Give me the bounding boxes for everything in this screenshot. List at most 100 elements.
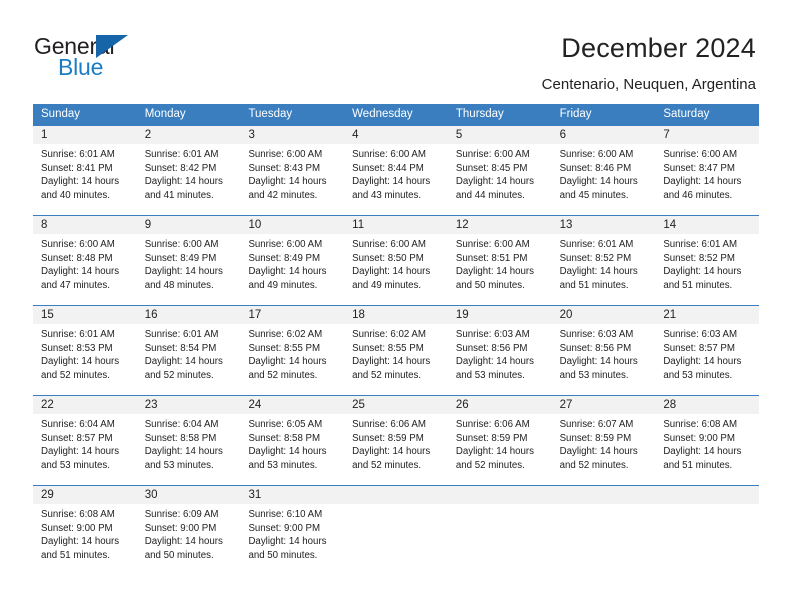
sunrise-text: Sunrise: 6:05 AM bbox=[248, 419, 323, 430]
day-cell[interactable]: 25 Sunrise: 6:06 AM Sunset: 8:59 PM Dayl… bbox=[344, 396, 448, 485]
day-cell[interactable]: 21 Sunrise: 6:03 AM Sunset: 8:57 PM Dayl… bbox=[655, 306, 760, 395]
day-cell[interactable]: 14 Sunrise: 6:01 AM Sunset: 8:52 PM Dayl… bbox=[655, 216, 760, 305]
daylight-text-line2: and 43 minutes. bbox=[352, 189, 422, 201]
day-cell[interactable]: 27 Sunrise: 6:07 AM Sunset: 8:59 PM Dayl… bbox=[551, 396, 656, 485]
page-title: December 2024 bbox=[561, 33, 756, 63]
daylight-text-line1: Daylight: 14 hours bbox=[352, 266, 431, 278]
day-cell[interactable]: 22 Sunrise: 6:04 AM Sunset: 8:57 PM Dayl… bbox=[33, 396, 137, 485]
sunset-text: Sunset: 8:59 PM bbox=[455, 432, 528, 444]
day-info bbox=[655, 504, 759, 514]
sunrise-text: Sunrise: 6:03 AM bbox=[559, 329, 634, 340]
daylight-text-line1: Daylight: 14 hours bbox=[41, 266, 120, 278]
daylight-text-line1: Daylight: 14 hours bbox=[144, 536, 223, 548]
day-cell[interactable]: 31 Sunrise: 6:10 AM Sunset: 9:00 PM Dayl… bbox=[240, 486, 345, 575]
logo-text-blue: Blue bbox=[58, 54, 104, 80]
sunrise-text: Sunrise: 6:00 AM bbox=[352, 239, 426, 250]
sunset-text: Sunset: 8:58 PM bbox=[248, 432, 321, 444]
generalblue-logo: General Blue bbox=[34, 33, 174, 85]
day-cell[interactable]: 23 Sunrise: 6:04 AM Sunset: 8:58 PM Dayl… bbox=[136, 396, 241, 485]
day-info: Sunrise: 6:01 AM Sunset: 8:52 PM Dayligh… bbox=[655, 234, 759, 298]
day-cell[interactable]: 8 Sunrise: 6:00 AM Sunset: 8:48 PM Dayli… bbox=[33, 216, 137, 305]
daylight-text-line1: Daylight: 14 hours bbox=[455, 266, 534, 278]
weekday-tuesday: Tuesday bbox=[248, 108, 293, 120]
day-cell[interactable]: 5 Sunrise: 6:00 AM Sunset: 8:45 PM Dayli… bbox=[447, 126, 552, 215]
day-cell[interactable]: 12 Sunrise: 6:00 AM Sunset: 8:51 PM Dayl… bbox=[447, 216, 552, 305]
day-cell[interactable]: 9 Sunrise: 6:00 AM Sunset: 8:49 PM Dayli… bbox=[136, 216, 241, 305]
day-number: 10 bbox=[240, 216, 345, 234]
calendar-grid: Sunday Monday Tuesday Wednesday Thursday… bbox=[33, 104, 760, 575]
day-info: Sunrise: 6:02 AM Sunset: 8:55 PM Dayligh… bbox=[344, 324, 448, 388]
sunset-text: Sunset: 8:55 PM bbox=[248, 342, 321, 354]
day-cell[interactable]: 15 Sunrise: 6:01 AM Sunset: 8:53 PM Dayl… bbox=[33, 306, 137, 395]
day-cell[interactable]: 30 Sunrise: 6:09 AM Sunset: 9:00 PM Dayl… bbox=[136, 486, 241, 575]
day-cell[interactable]: 17 Sunrise: 6:02 AM Sunset: 8:55 PM Dayl… bbox=[240, 306, 345, 395]
day-info bbox=[344, 504, 448, 514]
weekday-monday: Monday bbox=[144, 108, 186, 120]
day-cell[interactable]: 3 Sunrise: 6:00 AM Sunset: 8:43 PM Dayli… bbox=[240, 126, 345, 215]
daylight-text-line1: Daylight: 14 hours bbox=[663, 356, 742, 368]
day-cell[interactable]: 20 Sunrise: 6:03 AM Sunset: 8:56 PM Dayl… bbox=[551, 306, 656, 395]
daylight-text-line2: and 53 minutes. bbox=[248, 459, 318, 471]
day-number: 22 bbox=[33, 396, 137, 414]
day-info: Sunrise: 6:03 AM Sunset: 8:57 PM Dayligh… bbox=[655, 324, 759, 388]
day-number: 18 bbox=[344, 306, 448, 324]
sunset-text: Sunset: 8:58 PM bbox=[144, 432, 217, 444]
sunset-text: Sunset: 8:52 PM bbox=[663, 252, 735, 264]
daylight-text-line2: and 53 minutes. bbox=[455, 369, 525, 381]
day-number: 12 bbox=[447, 216, 552, 234]
sunrise-text: Sunrise: 6:07 AM bbox=[559, 419, 634, 430]
day-cell[interactable]: 29 Sunrise: 6:08 AM Sunset: 9:00 PM Dayl… bbox=[33, 486, 137, 575]
day-cell[interactable]: 28 Sunrise: 6:08 AM Sunset: 9:00 PM Dayl… bbox=[655, 396, 760, 485]
daylight-text-line1: Daylight: 14 hours bbox=[663, 266, 742, 278]
day-cell[interactable]: 6 Sunrise: 6:00 AM Sunset: 8:46 PM Dayli… bbox=[551, 126, 656, 215]
day-cell-empty bbox=[447, 486, 552, 575]
daylight-text-line2: and 52 minutes. bbox=[455, 459, 525, 471]
day-cell[interactable]: 4 Sunrise: 6:00 AM Sunset: 8:44 PM Dayli… bbox=[344, 126, 448, 215]
daylight-text-line2: and 51 minutes. bbox=[663, 459, 733, 471]
sunset-text: Sunset: 8:50 PM bbox=[352, 252, 424, 264]
daylight-text-line2: and 41 minutes. bbox=[144, 189, 214, 201]
sunset-text: Sunset: 8:48 PM bbox=[41, 252, 113, 264]
sunset-text: Sunset: 8:57 PM bbox=[41, 432, 113, 444]
daylight-text-line1: Daylight: 14 hours bbox=[248, 446, 327, 458]
day-number: 9 bbox=[136, 216, 241, 234]
sunset-text: Sunset: 8:49 PM bbox=[248, 252, 321, 264]
day-cell[interactable]: 24 Sunrise: 6:05 AM Sunset: 8:58 PM Dayl… bbox=[240, 396, 345, 485]
week-row: 8 Sunrise: 6:00 AM Sunset: 8:48 PM Dayli… bbox=[33, 215, 760, 305]
sunset-text: Sunset: 9:00 PM bbox=[41, 522, 113, 534]
daylight-text-line1: Daylight: 14 hours bbox=[352, 356, 431, 368]
day-number: 4 bbox=[344, 126, 448, 144]
day-cell[interactable]: 7 Sunrise: 6:00 AM Sunset: 8:47 PM Dayli… bbox=[655, 126, 760, 215]
day-cell[interactable]: 18 Sunrise: 6:02 AM Sunset: 8:55 PM Dayl… bbox=[344, 306, 448, 395]
daylight-text-line1: Daylight: 14 hours bbox=[41, 356, 120, 368]
day-cell[interactable]: 10 Sunrise: 6:00 AM Sunset: 8:49 PM Dayl… bbox=[240, 216, 345, 305]
day-number: 2 bbox=[136, 126, 241, 144]
day-number: 5 bbox=[447, 126, 552, 144]
day-cell[interactable]: 1 Sunrise: 6:01 AM Sunset: 8:41 PM Dayli… bbox=[33, 126, 137, 215]
daylight-text-line2: and 50 minutes. bbox=[248, 549, 318, 561]
sunset-text: Sunset: 8:51 PM bbox=[455, 252, 528, 264]
day-info: Sunrise: 6:00 AM Sunset: 8:46 PM Dayligh… bbox=[552, 144, 656, 208]
day-cell[interactable]: 26 Sunrise: 6:06 AM Sunset: 8:59 PM Dayl… bbox=[447, 396, 552, 485]
sunrise-text: Sunrise: 6:04 AM bbox=[144, 419, 219, 430]
daylight-text-line1: Daylight: 14 hours bbox=[144, 176, 223, 188]
daylight-text-line2: and 50 minutes. bbox=[455, 279, 525, 291]
sunset-text: Sunset: 8:52 PM bbox=[559, 252, 632, 264]
day-info: Sunrise: 6:00 AM Sunset: 8:51 PM Dayligh… bbox=[448, 234, 552, 298]
weekday-saturday: Saturday bbox=[663, 108, 710, 120]
sunrise-text: Sunrise: 6:00 AM bbox=[663, 149, 738, 160]
day-cell[interactable]: 19 Sunrise: 6:03 AM Sunset: 8:56 PM Dayl… bbox=[447, 306, 552, 395]
sunset-text: Sunset: 8:59 PM bbox=[352, 432, 424, 444]
sunrise-text: Sunrise: 6:01 AM bbox=[41, 329, 115, 340]
daylight-text-line1: Daylight: 14 hours bbox=[455, 176, 534, 188]
day-cell[interactable]: 16 Sunrise: 6:01 AM Sunset: 8:54 PM Dayl… bbox=[136, 306, 241, 395]
day-cell[interactable]: 2 Sunrise: 6:01 AM Sunset: 8:42 PM Dayli… bbox=[136, 126, 241, 215]
day-info: Sunrise: 6:03 AM Sunset: 8:56 PM Dayligh… bbox=[552, 324, 656, 388]
sunset-text: Sunset: 8:56 PM bbox=[455, 342, 528, 354]
day-cell-empty bbox=[655, 486, 760, 575]
daylight-text-line2: and 40 minutes. bbox=[41, 189, 110, 201]
daylight-text-line2: and 51 minutes. bbox=[41, 549, 110, 561]
day-cell[interactable]: 11 Sunrise: 6:00 AM Sunset: 8:50 PM Dayl… bbox=[344, 216, 448, 305]
day-info: Sunrise: 6:00 AM Sunset: 8:49 PM Dayligh… bbox=[137, 234, 241, 298]
day-cell[interactable]: 13 Sunrise: 6:01 AM Sunset: 8:52 PM Dayl… bbox=[551, 216, 656, 305]
